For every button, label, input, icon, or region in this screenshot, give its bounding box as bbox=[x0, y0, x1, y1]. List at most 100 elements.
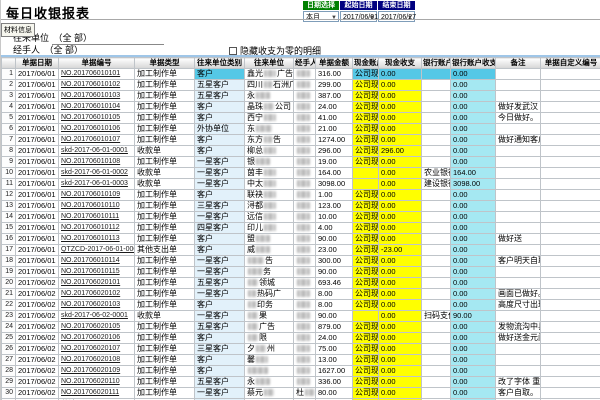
col-header-doc-no[interactable]: 单据编号 bbox=[59, 58, 135, 69]
doc-no-link[interactable]: NO.201706020102 bbox=[61, 290, 120, 297]
col-header-bank-inout[interactable]: 银行账户收支 bbox=[451, 58, 496, 69]
start-date-dropdown[interactable]: 2017/06/01▼ bbox=[340, 11, 377, 22]
col-header-amount[interactable]: 单据金额 bbox=[316, 58, 353, 69]
customer-cell: 盟 bbox=[245, 234, 294, 245]
doc-no-link[interactable]: NO.201706020109 bbox=[61, 367, 120, 374]
cash-inout-cell: 0.00 bbox=[379, 388, 422, 399]
doc-no-link[interactable]: NO.201706010112 bbox=[61, 224, 120, 231]
table-row[interactable]: 8 2017/06/01 skd-2017-06-01-0001 收款单 客户 … bbox=[2, 146, 600, 157]
table-row[interactable]: 21 2017/06/02 NO.201706020102 加工制作单 一星客户… bbox=[2, 289, 600, 300]
table-row[interactable]: 4 2017/06/01 NO.201706010104 加工制作单 客户 晶珠… bbox=[2, 102, 600, 113]
doc-no-link[interactable]: NO.201706020107 bbox=[61, 345, 120, 352]
amount-cell: 23.00 bbox=[316, 245, 353, 256]
censored-text bbox=[264, 180, 276, 187]
bank-inout-cell: 0.00 bbox=[451, 190, 496, 201]
col-header-cash-inout[interactable]: 现金收支 bbox=[379, 58, 422, 69]
col-header-remark[interactable]: 备注 bbox=[496, 58, 541, 69]
doc-no-link[interactable]: NO.201706020106 bbox=[61, 334, 120, 341]
col-header-bank-account[interactable]: 银行账户 bbox=[422, 58, 451, 69]
table-row[interactable]: 27 2017/06/02 NO.201706020108 加工制作单 客户 馨… bbox=[2, 355, 600, 366]
start-date-tab: 起始日期 bbox=[340, 1, 377, 10]
table-row[interactable]: 22 2017/06/02 NO.201706020103 加工制作单 客户 印… bbox=[2, 300, 600, 311]
table-row[interactable]: 12 2017/06/01 NO.201706010109 加工制作单 客户 联… bbox=[2, 190, 600, 201]
table-row[interactable]: 6 2017/06/01 NO.201706010106 加工制作单 外协单位 … bbox=[2, 124, 600, 135]
doc-no-link[interactable]: skd-2017-06-01-0003 bbox=[61, 180, 128, 187]
table-row[interactable]: 11 2017/06/01 skd-2017-06-01-0003 收款单 一星… bbox=[2, 179, 600, 190]
col-header-date[interactable]: 单据日期 bbox=[16, 58, 59, 69]
doc-no-link[interactable]: NO.201706010104 bbox=[61, 103, 120, 110]
doc-no-link[interactable]: NO.201706010109 bbox=[61, 191, 120, 198]
doc-no-link[interactable]: NO.201706020105 bbox=[61, 323, 120, 330]
table-row[interactable]: 7 2017/06/01 NO.201706010107 加工制作单 客户 东方… bbox=[2, 135, 600, 146]
cash-inout-cell: 0.00 bbox=[379, 179, 422, 190]
table-row[interactable]: 20 2017/06/02 NO.201706020101 加工制作单 五星客户… bbox=[2, 278, 600, 289]
table-row[interactable]: 15 2017/06/01 NO.201706010112 加工制作单 四星客户… bbox=[2, 223, 600, 234]
doc-no-link[interactable]: NO.201706010101 bbox=[61, 70, 120, 77]
doc-no-link[interactable]: NO.201706010102 bbox=[61, 81, 120, 88]
doc-no-link[interactable]: NO.201706020108 bbox=[61, 356, 120, 363]
table-row[interactable]: 16 2017/06/01 NO.201706010113 加工制作单 客户 盟… bbox=[2, 234, 600, 245]
custom-no-cell bbox=[541, 311, 600, 322]
doc-no-link[interactable]: NO.201706020101 bbox=[61, 279, 120, 286]
doc-no-link[interactable]: NO.201706010106 bbox=[61, 125, 120, 132]
col-header-category[interactable]: 往来单位类别 bbox=[195, 58, 245, 69]
doc-no-link[interactable]: NO.201706010108 bbox=[61, 158, 120, 165]
doc-no-link[interactable]: NO.201706010115 bbox=[61, 268, 120, 275]
table-row[interactable]: 1 2017/06/01 NO.201706010101 加工制作单 客户 鑫光… bbox=[2, 69, 600, 80]
doc-no-link[interactable]: NO.201706010114 bbox=[61, 257, 120, 264]
date-range-dropdown[interactable]: 本月▼ bbox=[303, 11, 339, 22]
doc-no-link[interactable]: NO.201706020111 bbox=[61, 389, 119, 396]
censored-text bbox=[297, 92, 310, 99]
table-row[interactable]: 19 2017/06/01 NO.201706010115 加工制作单 一星客户… bbox=[2, 267, 600, 278]
table-row[interactable]: 2 2017/06/01 NO.201706010102 加工制作单 五星客户 … bbox=[2, 80, 600, 91]
censored-text bbox=[297, 202, 310, 209]
table-row[interactable]: 30 2017/06/02 NO.201706020111 加工制作单 一星客户… bbox=[2, 388, 600, 399]
doc-no-link[interactable]: NO.201706020110 bbox=[61, 378, 120, 385]
doc-no-link[interactable]: skd-2017-06-02-0001 bbox=[61, 312, 128, 319]
table-row[interactable]: 5 2017/06/01 NO.201706010105 加工制作单 客户 西宁… bbox=[2, 113, 600, 124]
table-row[interactable]: 17 2017/06/01 QTZCD-2017-06-01-0001 其他支出… bbox=[2, 245, 600, 256]
table-row[interactable]: 29 2017/06/02 NO.201706020110 加工制作单 五星客户… bbox=[2, 377, 600, 388]
col-header-custom-no[interactable]: 单据自定义编号 bbox=[541, 58, 600, 69]
doc-no-link[interactable]: skd-2017-06-01-0002 bbox=[61, 169, 128, 176]
end-date-dropdown[interactable]: 2017/06/27▼ bbox=[378, 11, 415, 22]
col-header-doc-type[interactable]: 单据类型 bbox=[135, 58, 195, 69]
table-row[interactable]: 23 2017/06/02 skd-2017-06-02-0001 收款单 一星… bbox=[2, 311, 600, 322]
table-row[interactable]: 14 2017/06/01 NO.201706010111 加工制作单 一星客户… bbox=[2, 212, 600, 223]
table-row[interactable]: 26 2017/06/02 NO.201706020107 加工制作单 三星客户… bbox=[2, 344, 600, 355]
hide-zero-checkbox[interactable] bbox=[229, 47, 237, 55]
doc-no-link[interactable]: NO.201706010103 bbox=[61, 92, 120, 99]
table-row[interactable]: 18 2017/06/01 NO.201706010114 加工制作单 一星客户… bbox=[2, 256, 600, 267]
cash-inout-cell: 0.00 bbox=[379, 124, 422, 135]
doc-no-link[interactable]: NO.201706010111 bbox=[61, 213, 119, 220]
doc-type-cell: 加工制作单 bbox=[135, 234, 195, 245]
doc-type-cell: 加工制作单 bbox=[135, 91, 195, 102]
table-row[interactable]: 3 2017/06/01 NO.201706010103 加工制作单 五星客户 … bbox=[2, 91, 600, 102]
table-row[interactable]: 25 2017/06/02 NO.201706020106 加工制作单 客户 限… bbox=[2, 333, 600, 344]
censored-text bbox=[297, 312, 310, 319]
col-header-customer[interactable]: 往来单位 bbox=[245, 58, 294, 69]
doc-no-link[interactable]: NO.201706020103 bbox=[61, 301, 120, 308]
col-header-index[interactable] bbox=[2, 58, 16, 69]
table-row[interactable]: 24 2017/06/02 NO.201706020105 加工制作单 五星客户… bbox=[2, 322, 600, 333]
row-index-cell: 22 bbox=[2, 300, 16, 311]
doc-no-link[interactable]: skd-2017-06-01-0001 bbox=[61, 147, 128, 154]
col-header-cash-account[interactable]: 现金账户 bbox=[353, 58, 379, 69]
table-row[interactable]: 13 2017/06/01 NO.201706010110 加工制作单 三星客户… bbox=[2, 201, 600, 212]
remark-cell bbox=[496, 212, 541, 223]
amount-cell: 296.00 bbox=[316, 146, 353, 157]
table-row[interactable]: 10 2017/06/01 skd-2017-06-01-0002 收款单 一星… bbox=[2, 168, 600, 179]
remark-cell bbox=[496, 69, 541, 80]
doc-date-cell: 2017/06/01 bbox=[16, 179, 59, 190]
doc-no-link[interactable]: NO.201706010113 bbox=[61, 235, 120, 242]
remark-cell: 今日做好。 bbox=[496, 113, 541, 124]
doc-no-link[interactable]: NO.201706010105 bbox=[61, 114, 120, 121]
doc-no-link[interactable]: NO.201706010110 bbox=[61, 202, 120, 209]
doc-no-link[interactable]: NO.201706010107 bbox=[61, 136, 120, 143]
col-header-handler[interactable]: 经手人 bbox=[294, 58, 316, 69]
doc-no-link[interactable]: QTZCD-2017-06-01-0001 bbox=[61, 246, 135, 253]
table-row[interactable]: 28 2017/06/02 NO.201706020109 加工制作单 客户 1… bbox=[2, 366, 600, 377]
bank-inout-cell: 90.00 bbox=[451, 311, 496, 322]
table-row[interactable]: 9 2017/06/01 NO.201706010108 加工制作单 一星客户 … bbox=[2, 157, 600, 168]
censored-text bbox=[264, 191, 276, 198]
